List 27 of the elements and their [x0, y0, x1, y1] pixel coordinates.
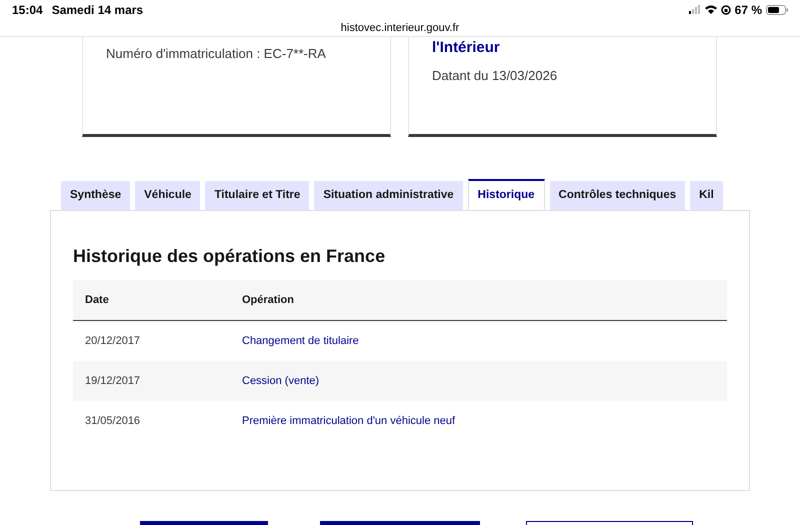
wifi-icon — [704, 5, 717, 14]
panel-title: Historique des opérations en France — [73, 245, 386, 268]
card-text: Numéro d'immatriculation : EC-7**-RA — [106, 45, 327, 63]
tab[interactable]: Véhicule — [135, 181, 200, 210]
tab[interactable]: Historique — [468, 179, 545, 210]
tab[interactable]: Situation administrative — [314, 181, 463, 210]
battery-level: 67 % — [734, 2, 762, 19]
rotation-lock-icon — [720, 4, 731, 15]
card-text: Datant du 13/03/2026 — [432, 67, 558, 85]
url-text[interactable]: histovec.interieur.gouv.fr — [340, 20, 460, 36]
column-header: Date — [84, 292, 110, 308]
date-cell-text: 19/12/2017 — [84, 374, 142, 389]
tab[interactable]: Titulaire et Titre — [205, 181, 310, 210]
status-time: 15:04 — [12, 2, 43, 19]
battery-icon — [766, 4, 788, 15]
date-cell-text: 31/05/2016 — [84, 414, 142, 429]
card-title: l'Intérieur — [432, 38, 501, 58]
date-cell-text: 20/12/2017 — [84, 334, 142, 349]
column-header: Opération — [242, 292, 294, 308]
operation-link[interactable]: Première immatriculation d'un véhicule neuf — [242, 412, 456, 430]
operation-link[interactable]: Cession (vente) — [242, 372, 320, 390]
tab[interactable]: Kil — [690, 181, 723, 210]
tab[interactable]: Contrôles techniques — [550, 181, 686, 210]
operation-link[interactable]: Changement de titulaire — [242, 332, 359, 350]
signal-icon — [688, 5, 701, 14]
tab[interactable]: Synthèse — [61, 181, 130, 210]
status-date: Samedi 14 mars — [52, 2, 144, 19]
